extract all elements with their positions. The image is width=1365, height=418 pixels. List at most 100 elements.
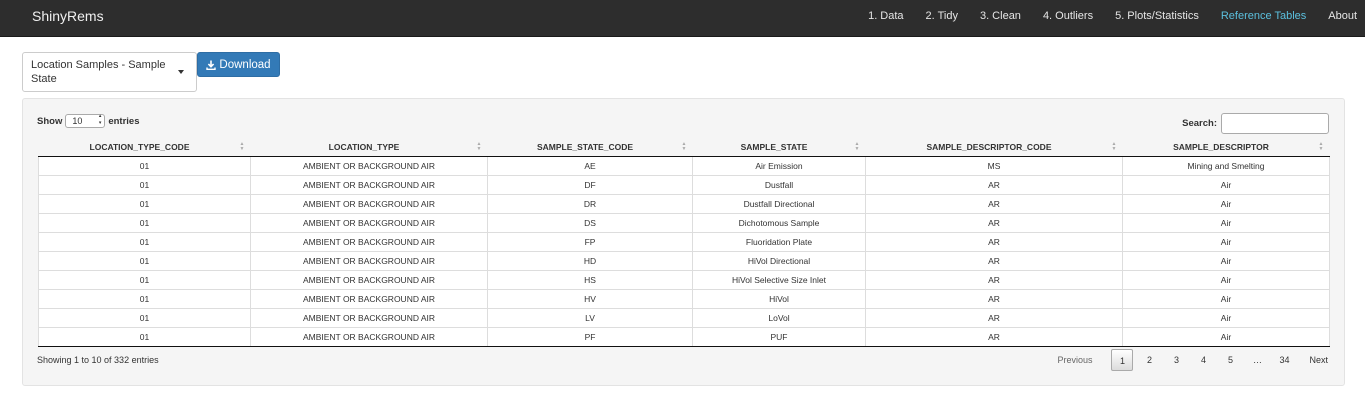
table-cell: AR (865, 193, 1123, 213)
search-label: Search: (1182, 118, 1217, 129)
nav-item-plots-statistics[interactable]: 5. Plots/Statistics (1115, 10, 1199, 22)
sort-icon: ▲ ▼ (681, 141, 687, 152)
table-cell: Mining and Smelting (1122, 156, 1330, 175)
table-row[interactable]: 01 AMBIENT OR BACKGROUND AIR DS Dichotomous… (38, 212, 1330, 232)
table-cell: Air Emission (692, 156, 866, 175)
table-cell: HV (487, 288, 693, 308)
table-cell: HD (487, 250, 693, 270)
table-row[interactable]: 01 AMBIENT OR BACKGROUND AIR LV LoVol AR Air (38, 307, 1330, 327)
table-search: Search: (1182, 113, 1329, 134)
page-button-1[interactable]: 1 (1111, 349, 1134, 371)
table-cell: 01 (38, 326, 251, 347)
download-button[interactable]: Download (197, 52, 280, 77)
table-cell: Air (1122, 212, 1330, 232)
table-cell: AMBIENT OR BACKGROUND AIR (250, 193, 488, 213)
table-cell: MS (865, 156, 1123, 175)
nav-item-outliers[interactable]: 4. Outliers (1043, 10, 1093, 22)
table-row[interactable]: 01 AMBIENT OR BACKGROUND AIR HS HiVol Selec… (38, 269, 1330, 289)
table-cell: Dustfall (692, 174, 866, 194)
table-cell: 01 (38, 156, 251, 175)
table-cell: Air (1122, 307, 1330, 327)
table-row[interactable]: 01 AMBIENT OR BACKGROUND AIR PF PUF AR Air (38, 326, 1330, 347)
column-header-sample-state-code[interactable]: SAMPLE_STATE_CODE ▲ ▼ (487, 139, 693, 157)
column-header-sample-descriptor[interactable]: SAMPLE_DESCRIPTOR ▲ ▼ (1122, 139, 1330, 157)
nav-item-tidy[interactable]: 2. Tidy (926, 10, 958, 22)
table-row[interactable]: 01 AMBIENT OR BACKGROUND AIR DF Dustfall AR A… (38, 174, 1330, 194)
table-cell: DS (487, 212, 693, 232)
table-cell: AMBIENT OR BACKGROUND AIR (250, 156, 488, 175)
app-brand[interactable]: ShinyRems (32, 8, 104, 24)
sort-icon: ▲ ▼ (854, 141, 860, 152)
table-cell: AR (865, 288, 1123, 308)
table-cell: Air (1122, 326, 1330, 347)
table-cell: Air (1122, 193, 1330, 213)
page-button-4[interactable]: 4 (1192, 349, 1214, 371)
table-row[interactable]: 01 AMBIENT OR BACKGROUND AIR DR Dustfall Di… (38, 193, 1330, 213)
table-header-row: LOCATION_TYPE_CODE ▲ ▼ LOCATION_TYPE ▲ ▼ SAM… (38, 139, 1330, 157)
table-panel: Show 10 entries Search: LOCATION_TYPE_CO… (22, 98, 1345, 386)
search-input[interactable] (1221, 113, 1329, 134)
table-cell: Air (1122, 174, 1330, 194)
table-cell: AMBIENT OR BACKGROUND AIR (250, 288, 488, 308)
page-button-34[interactable]: 34 (1273, 349, 1295, 371)
table-cell: Air (1122, 288, 1330, 308)
table-cell: AMBIENT OR BACKGROUND AIR (250, 212, 488, 232)
table-cell: AR (865, 250, 1123, 270)
table-cell: HiVol (692, 288, 866, 308)
table-cell: Air (1122, 250, 1330, 270)
table-cell: 01 (38, 307, 251, 327)
previous-page-button[interactable]: Previous (1051, 349, 1098, 371)
table-cell: AR (865, 269, 1123, 289)
table-cell: AMBIENT OR BACKGROUND AIR (250, 231, 488, 251)
table-body: 01 AMBIENT OR BACKGROUND AIR AE Air Emissio… (38, 156, 1330, 347)
page-button-3[interactable]: 3 (1165, 349, 1187, 371)
table-cell: Dustfall Directional (692, 193, 866, 213)
column-header-sample-descriptor-code[interactable]: SAMPLE_DESCRIPTOR_CODE ▲ ▼ (865, 139, 1123, 157)
nav-item-about[interactable]: About (1328, 10, 1357, 22)
table-cell: 01 (38, 250, 251, 270)
nav-item-data[interactable]: 1. Data (868, 10, 903, 22)
next-page-button[interactable]: Next (1303, 349, 1334, 371)
chevron-down-icon (178, 70, 184, 74)
table-cell: PF (487, 326, 693, 347)
sort-icon: ▲ ▼ (1318, 141, 1324, 152)
sort-icon: ▲ ▼ (476, 141, 482, 152)
column-header-sample-state[interactable]: SAMPLE_STATE ▲ ▼ (692, 139, 866, 157)
download-button-label: Download (219, 58, 271, 71)
table-info: Showing 1 to 10 of 332 entries (37, 355, 159, 365)
page-length-control: Show 10 entries (37, 113, 140, 128)
table-cell: AMBIENT OR BACKGROUND AIR (250, 174, 488, 194)
table-cell: HS (487, 269, 693, 289)
page-button-5[interactable]: 5 (1219, 349, 1241, 371)
pagination-ellipsis: … (1252, 355, 1262, 365)
table-cell: AR (865, 174, 1123, 194)
column-header-location-type-code[interactable]: LOCATION_TYPE_CODE ▲ ▼ (38, 139, 251, 157)
reference-data-table: LOCATION_TYPE_CODE ▲ ▼ LOCATION_TYPE ▲ ▼ SAM… (38, 139, 1330, 347)
table-cell: 01 (38, 212, 251, 232)
page-length-select[interactable]: 10 (65, 113, 106, 128)
table-cell: AE (487, 156, 693, 175)
table-cell: AR (865, 231, 1123, 251)
table-cell: Fluoridation Plate (692, 231, 866, 251)
table-cell: Air (1122, 269, 1330, 289)
table-row[interactable]: 01 AMBIENT OR BACKGROUND AIR AE Air Emissio… (38, 156, 1330, 175)
page-button-2[interactable]: 2 (1138, 349, 1160, 371)
table-row[interactable]: 01 AMBIENT OR BACKGROUND AIR HD HiVol Direc… (38, 250, 1330, 270)
sort-icon: ▲ ▼ (1111, 141, 1117, 152)
table-row[interactable]: 01 AMBIENT OR BACKGROUND AIR HV HiVol AR Air (38, 288, 1330, 308)
nav-item-reference-tables[interactable]: Reference Tables (1221, 10, 1306, 22)
table-cell: HiVol Directional (692, 250, 866, 270)
table-cell: DF (487, 174, 693, 194)
table-cell: AR (865, 326, 1123, 347)
reference-table-select[interactable]: Location Samples - Sample State (22, 52, 197, 92)
table-cell: 01 (38, 269, 251, 289)
top-navbar: ShinyRems 1. Data 2. Tidy 3. Clean 4. Ou… (0, 0, 1365, 37)
column-header-location-type[interactable]: LOCATION_TYPE ▲ ▼ (250, 139, 488, 157)
table-cell: LoVol (692, 307, 866, 327)
nav-item-clean[interactable]: 3. Clean (980, 10, 1021, 22)
table-row[interactable]: 01 AMBIENT OR BACKGROUND AIR FP Fluoridatio… (38, 231, 1330, 251)
reference-table-select-value: Location Samples - Sample State (31, 59, 166, 85)
table-cell: AMBIENT OR BACKGROUND AIR (250, 269, 488, 289)
table-cell: PUF (692, 326, 866, 347)
table-cell: AR (865, 307, 1123, 327)
